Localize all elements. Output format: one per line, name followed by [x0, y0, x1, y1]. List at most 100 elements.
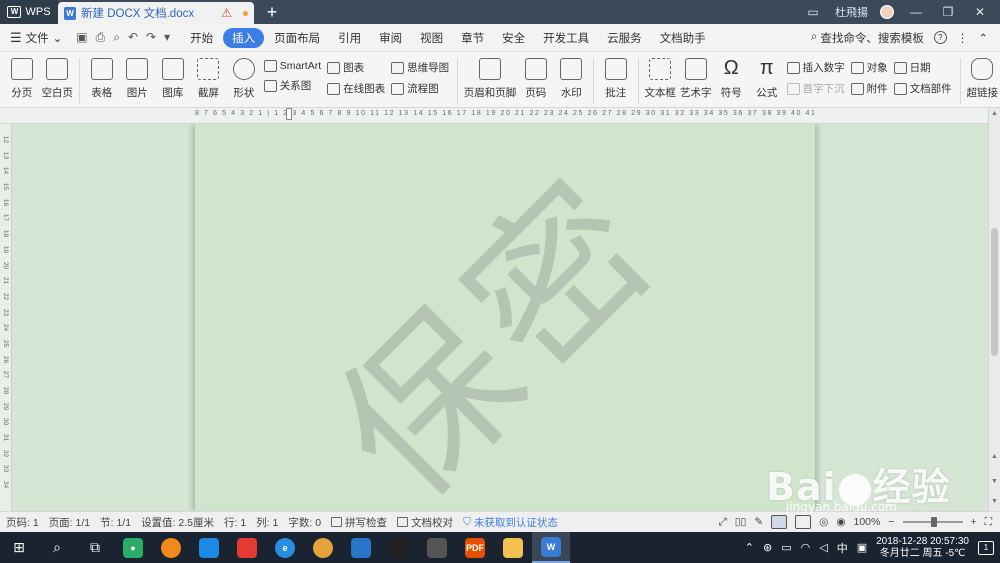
- more-icon[interactable]: ⋮: [957, 31, 969, 45]
- tab-references[interactable]: 引用: [330, 27, 369, 49]
- scrollbar-thumb[interactable]: [991, 228, 998, 356]
- taskbar-wechat[interactable]: ●: [114, 532, 152, 563]
- tab-review[interactable]: 审阅: [371, 27, 410, 49]
- restore-button[interactable]: ❐: [938, 5, 958, 19]
- status-row[interactable]: 行: 1: [224, 515, 246, 530]
- fit-window-icon[interactable]: ⛶: [985, 516, 992, 529]
- wifi-icon[interactable]: ◠: [801, 541, 811, 554]
- flowchart-button[interactable]: 流程图: [391, 81, 449, 96]
- page-number-button[interactable]: 页码: [520, 56, 552, 100]
- taskbar-app-fox[interactable]: [418, 532, 456, 563]
- print-preview-icon[interactable]: ⌕: [113, 30, 120, 45]
- clock[interactable]: 2018-12-28 20:57:30 冬月廿二 周五 -5℃: [876, 536, 969, 560]
- ime-indicator[interactable]: 中: [837, 540, 848, 556]
- tab-view[interactable]: 视图: [412, 27, 451, 49]
- vertical-scrollbar[interactable]: ▲ ▲ ▼ ▼: [988, 108, 1000, 511]
- watermark-button[interactable]: 水印: [556, 56, 588, 100]
- redo-icon[interactable]: ↷: [146, 30, 156, 45]
- undo-icon[interactable]: ↶: [128, 30, 138, 45]
- chart-button[interactable]: 图表: [327, 60, 385, 75]
- tab-insert[interactable]: 插入: [223, 27, 265, 48]
- taskbar-app-color[interactable]: [304, 532, 342, 563]
- zoom-slider[interactable]: [902, 517, 963, 527]
- zoom-in-icon[interactable]: +: [971, 516, 977, 528]
- status-setting[interactable]: 设置值: 2.5厘米: [141, 515, 214, 530]
- user-name[interactable]: 杜飛揚: [835, 4, 868, 20]
- web-view-icon[interactable]: ◎: [819, 516, 828, 528]
- page-break-button[interactable]: 分页: [6, 56, 38, 100]
- attachment-button[interactable]: 附件: [850, 81, 888, 96]
- document-page[interactable]: 保密: [195, 124, 815, 511]
- doc-parts-button[interactable]: 文档部件: [893, 81, 952, 96]
- smartart-button[interactable]: SmartArt: [263, 60, 321, 72]
- status-page-no[interactable]: 页码: 1: [6, 515, 39, 530]
- tab-chapter[interactable]: 章节: [453, 27, 492, 49]
- blank-page-button[interactable]: 空白页: [42, 56, 74, 100]
- eye-protect-icon[interactable]: ◉: [836, 516, 845, 528]
- ime-mode-icon[interactable]: ▣: [857, 541, 867, 554]
- taskbar-qq[interactable]: [380, 532, 418, 563]
- page-view-button[interactable]: [771, 515, 788, 529]
- scroll-up-page-icon[interactable]: ▲: [991, 453, 998, 460]
- cert-status[interactable]: ⛉ 未获取到认证状态: [463, 515, 558, 530]
- task-view-button[interactable]: ⧉: [76, 532, 114, 563]
- collapse-ribbon-icon[interactable]: ⌃: [978, 31, 988, 45]
- status-section[interactable]: 节: 1/1: [100, 515, 131, 530]
- date-button[interactable]: 日期: [893, 60, 952, 75]
- save-icon[interactable]: ▣: [76, 30, 87, 45]
- taskbar-app-blue[interactable]: [190, 532, 228, 563]
- proofread-button[interactable]: 文档校对: [397, 515, 453, 530]
- indent-marker[interactable]: [286, 108, 292, 120]
- taskbar-explorer[interactable]: [494, 532, 532, 563]
- avatar[interactable]: [880, 5, 894, 19]
- status-wordcount[interactable]: 字数: 0: [288, 515, 321, 530]
- scroll-up-icon[interactable]: ▲: [991, 110, 998, 117]
- wordart-button[interactable]: 艺术字: [680, 56, 712, 100]
- object-button[interactable]: 对象: [850, 60, 888, 75]
- taskbar-wps[interactable]: W: [532, 532, 570, 563]
- textbox-button[interactable]: 文本框: [644, 56, 676, 100]
- tab-security[interactable]: 安全: [494, 27, 533, 49]
- minimize-button[interactable]: —: [906, 5, 926, 19]
- search-button[interactable]: ⌕: [38, 532, 76, 563]
- vertical-ruler[interactable]: 12 13 14 15 16 17 18 19 20 21 22 23 24 2…: [0, 124, 12, 511]
- reading-mode-icon[interactable]: ▯▯: [735, 516, 747, 528]
- print-icon[interactable]: ⎙: [96, 30, 106, 45]
- help-icon[interactable]: ?: [933, 31, 947, 44]
- picture-button[interactable]: 图片: [122, 56, 154, 100]
- symbol-button[interactable]: Ω 符号: [715, 56, 747, 100]
- taskbar-app-grid[interactable]: [342, 532, 380, 563]
- new-tab-button[interactable]: +: [254, 0, 290, 24]
- notification-button[interactable]: 1: [978, 540, 994, 555]
- hyperlink-button[interactable]: 超链接: [966, 56, 998, 100]
- screenshot-button[interactable]: 截屏: [193, 56, 225, 100]
- fullscreen-icon[interactable]: ⤢: [718, 516, 726, 529]
- start-button[interactable]: ⊞: [0, 532, 38, 563]
- spellcheck-button[interactable]: 拼写检查: [331, 515, 387, 530]
- document-tab[interactable]: W 新建 DOCX 文档.docx ⚠: [58, 2, 254, 24]
- command-search[interactable]: ⌕ 查找命令、搜索模板: [811, 30, 924, 46]
- table-button[interactable]: 表格: [86, 56, 118, 100]
- volume-icon[interactable]: ◁: [819, 541, 827, 554]
- insert-number-button[interactable]: 插入数字: [786, 60, 845, 75]
- wps-home-tab[interactable]: W WPS: [0, 0, 58, 24]
- close-button[interactable]: ✕: [970, 5, 990, 19]
- tab-home[interactable]: 开始: [182, 27, 221, 49]
- horizontal-ruler[interactable]: 8 7 6 5 4 3 2 1 | 1 2 3 4 5 6 7 8 9 10 1…: [0, 108, 1000, 124]
- taskbar-app-red[interactable]: [228, 532, 266, 563]
- dropcap-button[interactable]: 首字下沉: [786, 81, 845, 96]
- tablet-mode-icon[interactable]: ▭: [803, 5, 823, 19]
- taskbar-ie[interactable]: e: [266, 532, 304, 563]
- status-col[interactable]: 列: 1: [256, 515, 278, 530]
- warning-icon[interactable]: ⚠: [221, 6, 232, 20]
- tab-cloud[interactable]: 云服务: [599, 27, 650, 49]
- zoom-out-icon[interactable]: −: [888, 516, 894, 528]
- tab-developer[interactable]: 开发工具: [535, 27, 597, 49]
- relation-chart-button[interactable]: 关系图: [263, 78, 321, 93]
- taskbar-app-orange[interactable]: [152, 532, 190, 563]
- pen-icon[interactable]: ✎: [754, 516, 763, 528]
- tab-doc-assistant[interactable]: 文档助手: [652, 27, 714, 49]
- tab-page-layout[interactable]: 页面布局: [266, 27, 328, 49]
- status-pages[interactable]: 页面: 1/1: [49, 515, 90, 530]
- zoom-level[interactable]: 100%: [854, 516, 881, 528]
